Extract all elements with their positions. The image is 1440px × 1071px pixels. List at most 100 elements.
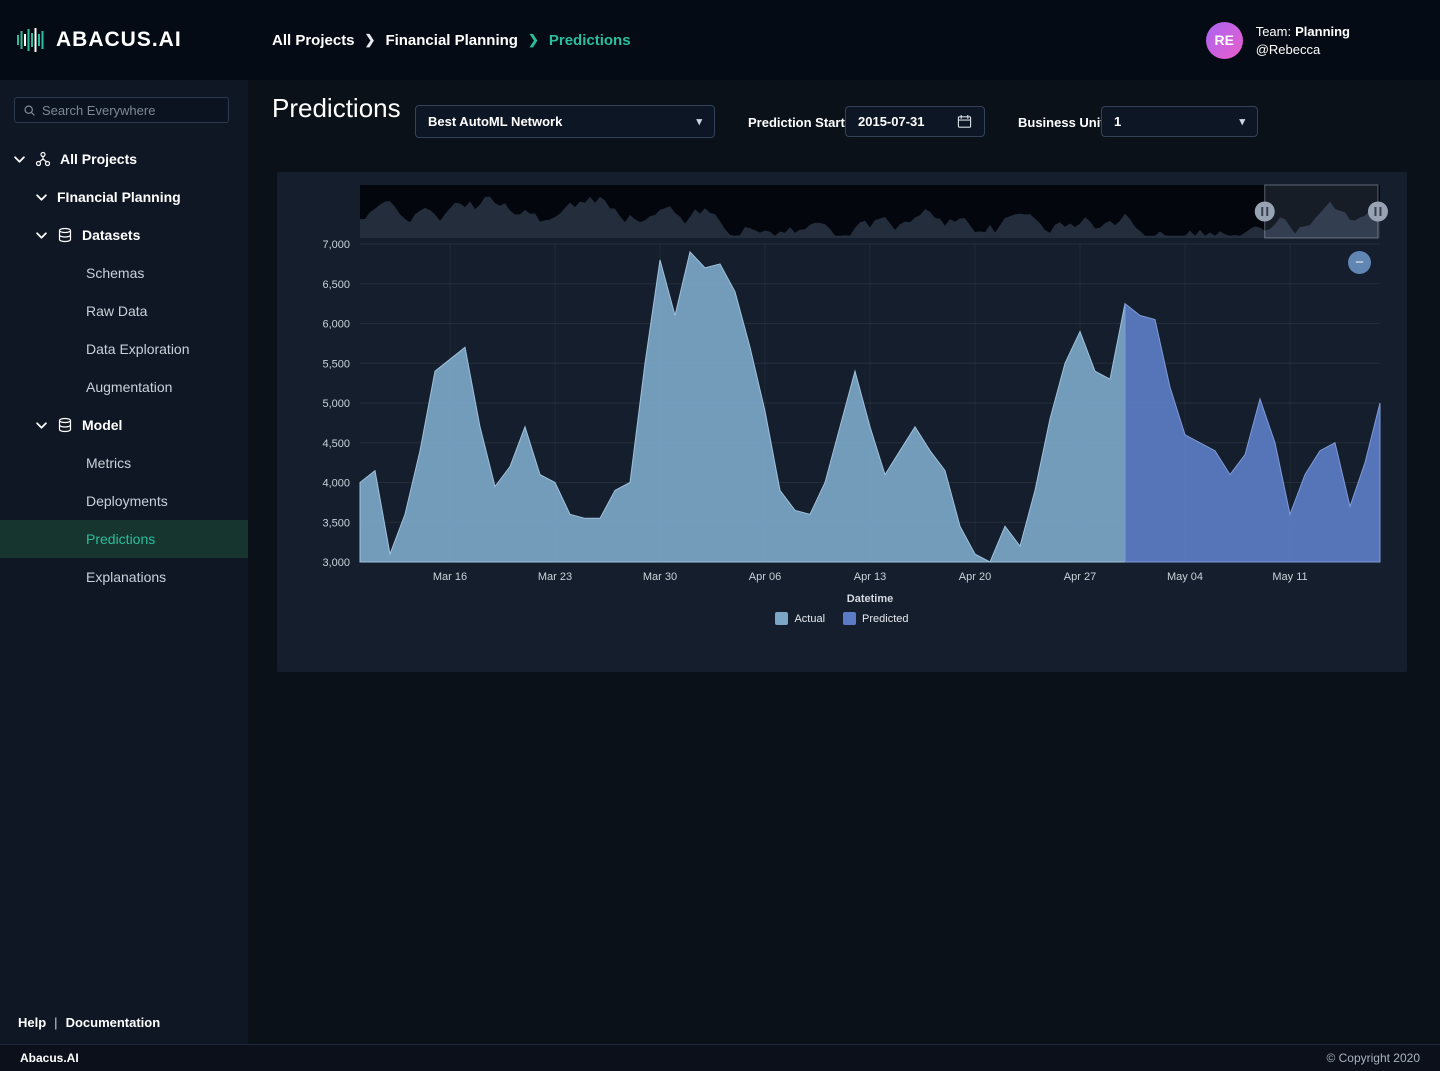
svg-text:Datetime: Datetime <box>847 593 893 605</box>
sidebar-item-data-exploration[interactable]: Data Exploration <box>0 330 248 368</box>
sidebar-item-augmentation[interactable]: Augmentation <box>0 368 248 406</box>
breadcrumb: All Projects ❯ Financial Planning ❯ Pred… <box>272 32 631 49</box>
sidebar: All Projects FInancial Planning Datasets Sc… <box>0 80 248 1044</box>
business-unit-select[interactable]: 1 ▾ <box>1101 106 1258 137</box>
legend-label: Predicted <box>862 613 908 625</box>
legend-item-actual[interactable]: Actual <box>775 612 825 625</box>
user-handle: @Rebecca <box>1256 42 1350 57</box>
pipe-separator: | <box>54 1015 57 1030</box>
sidebar-item-predictions[interactable]: Predictions <box>0 520 248 558</box>
svg-text:5,000: 5,000 <box>322 398 350 410</box>
chevron-down-icon <box>14 156 25 163</box>
svg-text:Apr 27: Apr 27 <box>1064 571 1096 583</box>
search-input[interactable] <box>42 103 220 118</box>
series-actual[interactable] <box>360 252 1125 562</box>
chevron-down-icon <box>36 422 47 429</box>
sidebar-nav: All Projects FInancial Planning Datasets Sc… <box>0 140 248 596</box>
chevron-down-icon: ▾ <box>696 115 702 128</box>
legend-label: Actual <box>794 613 825 625</box>
sidebar-item-label: Data Exploration <box>86 341 190 357</box>
team-name: Team:Planning <box>1256 24 1350 39</box>
svg-text:Apr 06: Apr 06 <box>749 571 781 583</box>
search-icon <box>23 104 36 117</box>
documentation-link[interactable]: Documentation <box>66 1015 161 1030</box>
svg-text:4,500: 4,500 <box>322 438 350 450</box>
svg-text:Mar 23: Mar 23 <box>538 571 572 583</box>
sidebar-item-model[interactable]: Model <box>0 406 248 444</box>
svg-text:6,000: 6,000 <box>322 319 350 331</box>
model-select[interactable]: Best AutoML Network ▾ <box>415 105 715 138</box>
sidebar-footer-links: Help | Documentation <box>18 1015 160 1030</box>
logo-text: ABACUS.AI <box>56 28 182 52</box>
svg-text:6,500: 6,500 <box>322 279 350 291</box>
sidebar-item-deployments[interactable]: Deployments <box>0 482 248 520</box>
chevron-down-icon <box>36 194 47 201</box>
navigator-window[interactable] <box>1255 185 1388 238</box>
search-box[interactable] <box>14 97 229 123</box>
page-title: Predictions <box>272 93 401 124</box>
legend-swatch-actual <box>775 612 788 625</box>
user-info: Team:Planning @Rebecca <box>1256 24 1350 57</box>
sidebar-item-label: Schemas <box>86 265 144 281</box>
svg-text:4,000: 4,000 <box>322 478 350 490</box>
model-select-value: Best AutoML Network <box>428 114 562 129</box>
svg-text:Mar 16: Mar 16 <box>433 571 467 583</box>
chevron-right-icon: ❯ <box>528 32 539 48</box>
prediction-start-value: 2015-07-31 <box>858 114 925 129</box>
project-tree-icon <box>35 151 51 167</box>
sidebar-item-metrics[interactable]: Metrics <box>0 444 248 482</box>
svg-text:Mar 30: Mar 30 <box>643 571 677 583</box>
navigator-handle-left[interactable] <box>1255 202 1275 222</box>
breadcrumb-financial-planning[interactable]: Financial Planning <box>385 32 518 49</box>
main-content: Predictions Best AutoML Network ▾ Predic… <box>248 80 1440 1044</box>
sidebar-item-financial-planning[interactable]: FInancial Planning <box>0 178 248 216</box>
business-unit-label: Business Unit <box>1018 115 1105 130</box>
sidebar-item-label: Predictions <box>86 531 155 547</box>
sidebar-item-label: Augmentation <box>86 379 172 395</box>
legend-item-predicted[interactable]: Predicted <box>843 612 908 625</box>
calendar-icon <box>957 114 972 129</box>
breadcrumb-predictions[interactable]: Predictions <box>549 32 631 49</box>
user-menu[interactable]: RE Team:Planning @Rebecca <box>1206 22 1350 59</box>
abacus-logo-icon <box>16 25 46 55</box>
chart-legend: Actual Predicted <box>277 612 1407 625</box>
series-predicted[interactable] <box>1125 304 1380 562</box>
sidebar-item-datasets[interactable]: Datasets <box>0 216 248 254</box>
footer-copyright: © Copyright 2020 <box>1326 1051 1420 1065</box>
sidebar-item-label: Deployments <box>86 493 168 509</box>
breadcrumb-all-projects[interactable]: All Projects <box>272 32 355 49</box>
database-icon <box>57 227 73 243</box>
svg-text:Apr 13: Apr 13 <box>854 571 886 583</box>
chevron-right-icon: ❯ <box>365 32 376 48</box>
zoom-out-button[interactable]: − <box>1348 251 1371 274</box>
svg-text:5,500: 5,500 <box>322 358 350 370</box>
sidebar-item-raw-data[interactable]: Raw Data <box>0 292 248 330</box>
app-header: ABACUS.AI All Projects ❯ Financial Plann… <box>0 0 1440 80</box>
sidebar-item-label: Model <box>82 417 122 433</box>
sidebar-item-schemas[interactable]: Schemas <box>0 254 248 292</box>
svg-text:Apr 20: Apr 20 <box>959 571 991 583</box>
svg-text:3,000: 3,000 <box>322 557 350 569</box>
footer-brand[interactable]: Abacus.AI <box>20 1051 79 1065</box>
legend-swatch-predicted <box>843 612 856 625</box>
chevron-down-icon <box>36 232 47 239</box>
predictions-chart[interactable]: 3,000 3,500 4,000 4,500 5,000 5,500 6,000 6,500… <box>277 172 1407 672</box>
sidebar-item-label: Explanations <box>86 569 166 585</box>
sidebar-item-label: All Projects <box>60 151 137 167</box>
business-unit-value: 1 <box>1114 114 1121 129</box>
navigator-handle-right[interactable] <box>1368 202 1388 222</box>
svg-text:May 04: May 04 <box>1167 571 1203 583</box>
sidebar-item-explanations[interactable]: Explanations <box>0 558 248 596</box>
sidebar-item-all-projects[interactable]: All Projects <box>0 140 248 178</box>
avatar[interactable]: RE <box>1206 22 1243 59</box>
svg-text:3,500: 3,500 <box>322 517 350 529</box>
sidebar-item-label: Raw Data <box>86 303 147 319</box>
prediction-start-label: Prediction Start <box>748 115 845 130</box>
abacus-logo[interactable]: ABACUS.AI <box>16 25 236 55</box>
prediction-start-input[interactable]: 2015-07-31 <box>845 106 985 137</box>
chevron-down-icon: ▾ <box>1239 115 1245 128</box>
app-footer: Abacus.AI © Copyright 2020 <box>0 1044 1440 1071</box>
svg-text:May 11: May 11 <box>1272 571 1307 583</box>
sidebar-item-label: Datasets <box>82 227 140 243</box>
help-link[interactable]: Help <box>18 1015 46 1030</box>
